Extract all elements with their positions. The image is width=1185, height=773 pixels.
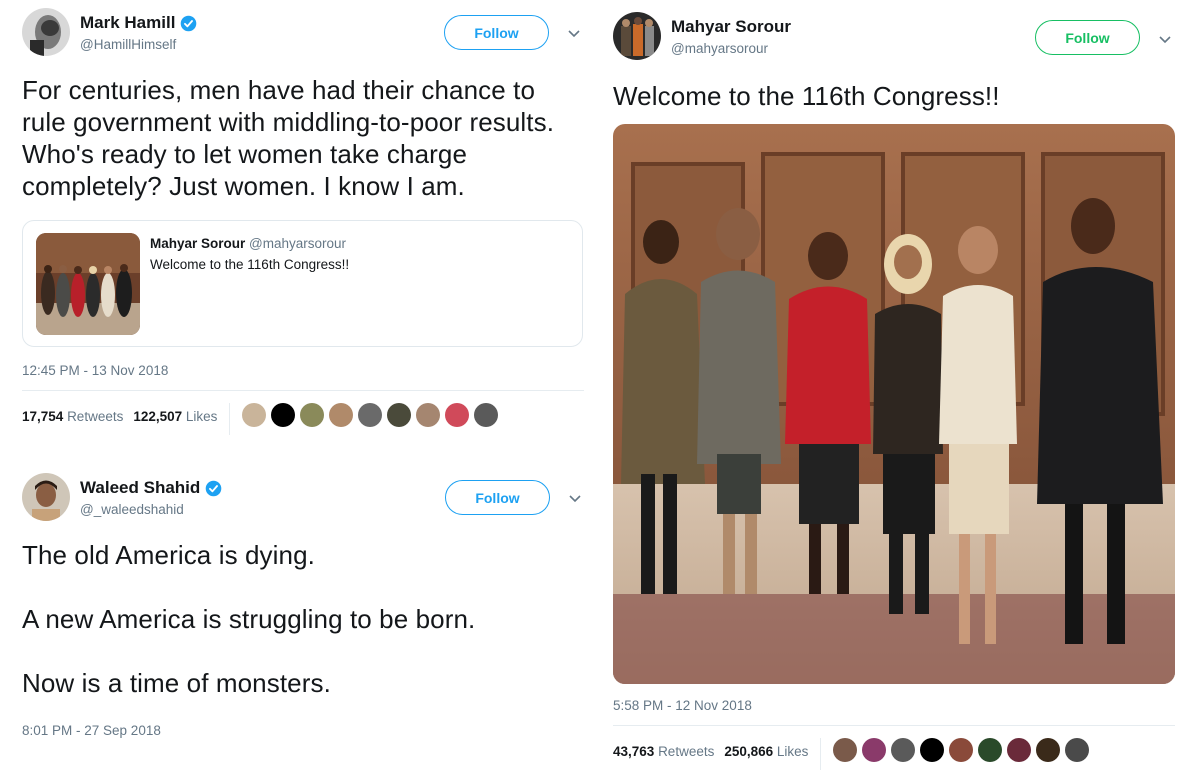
author-block[interactable]: Mark Hamill @HamillHimself [80,13,197,52]
tweet-header: Mark Hamill @HamillHimself Follow [22,8,584,60]
chevron-down-icon[interactable] [1158,32,1172,46]
liker-avatar[interactable] [416,403,441,427]
divider [229,403,231,435]
liker-avatar[interactable] [949,738,974,762]
tweet-header: Waleed Shahid @_waleedshahid Follow [22,473,584,525]
liker-avatar[interactable] [1007,738,1032,762]
liker-avatar[interactable] [474,403,499,427]
tweet-mahyar-sorour: Mahyar Sorour @mahyarsorour Follow Welco… [613,12,1175,770]
avatar[interactable] [613,12,661,60]
liker-avatar[interactable] [978,738,1003,762]
liker-avatar[interactable] [358,403,383,427]
tweet-text: The old America is dying. A new America … [22,539,584,699]
retweet-count[interactable]: 17,754 Retweets [22,409,123,424]
follow-button[interactable]: Follow [1035,20,1140,55]
tweet-stats: 17,754 Retweets 122,507 Likes [22,390,584,435]
liker-avatar[interactable] [242,403,267,427]
author-name[interactable]: Waleed Shahid [80,478,200,498]
follow-button[interactable]: Follow [445,480,550,515]
liker-avatar[interactable] [1036,738,1061,762]
author-block[interactable]: Mahyar Sorour @mahyarsorour [671,17,791,56]
tweet-text: For centuries, men have had their chance… [22,75,555,201]
liker-avatar[interactable] [300,403,325,427]
avatar[interactable] [22,8,70,56]
liker-avatar[interactable] [387,403,412,427]
liker-avatars [833,738,1090,762]
author-block[interactable]: Waleed Shahid @_waleedshahid [80,478,222,517]
tweet-timestamp[interactable]: 12:45 PM - 13 Nov 2018 [22,363,584,378]
avatar[interactable] [22,473,70,521]
liker-avatar[interactable] [862,738,887,762]
tweet-text: Welcome to the 116th Congress!! [613,81,1000,111]
verified-badge-icon [205,480,222,496]
follow-button[interactable]: Follow [444,15,549,50]
tweet-mark-hamill: Mark Hamill @HamillHimself Follow For ce… [22,8,584,435]
chevron-down-icon[interactable] [567,26,581,40]
tweet-text-line: The old America is dying. [22,540,315,570]
tweet-photo[interactable] [613,124,1175,684]
liker-avatar[interactable] [329,403,354,427]
liker-avatar[interactable] [1065,738,1090,762]
tweet-text-line: A new America is struggling to be born. [22,604,476,634]
like-count[interactable]: 250,866 Likes [724,744,808,759]
like-count[interactable]: 122,507 Likes [133,409,217,424]
author-name[interactable]: Mark Hamill [80,13,175,33]
liker-avatar[interactable] [445,403,470,427]
author-handle[interactable]: @HamillHimself [80,37,197,52]
tweet-header: Mahyar Sorour @mahyarsorour Follow [613,12,1175,64]
author-name[interactable]: Mahyar Sorour [671,17,791,37]
liker-avatar[interactable] [891,738,916,762]
tweet-timestamp[interactable]: 5:58 PM - 12 Nov 2018 [613,698,1175,713]
tweet-text-line: Now is a time of monsters. [22,668,331,698]
author-handle[interactable]: @_waleedshahid [80,502,222,517]
quoted-author-handle: @mahyarsorour [249,236,347,251]
liker-avatar[interactable] [920,738,945,762]
retweet-count[interactable]: 43,763 Retweets [613,744,714,759]
author-handle[interactable]: @mahyarsorour [671,41,791,56]
tweet-timestamp[interactable]: 8:01 PM - 27 Sep 2018 [22,723,584,738]
tweet-waleed-shahid: Waleed Shahid @_waleedshahid Follow The … [22,473,584,738]
quoted-tweet-image [36,233,140,335]
liker-avatar[interactable] [833,738,858,762]
tweet-stats: 43,763 Retweets 250,866 Likes [613,725,1175,770]
chevron-down-icon[interactable] [568,491,582,505]
quoted-author-name: Mahyar Sorour [150,236,246,251]
verified-badge-icon [181,15,197,31]
liker-avatar[interactable] [271,403,296,427]
divider [820,738,822,770]
quoted-tweet-text: Welcome to the 116th Congress!! [150,257,350,272]
liker-avatars [242,403,499,427]
quoted-tweet[interactable]: Mahyar Sorour @mahyarsorour Welcome to t… [22,220,583,347]
